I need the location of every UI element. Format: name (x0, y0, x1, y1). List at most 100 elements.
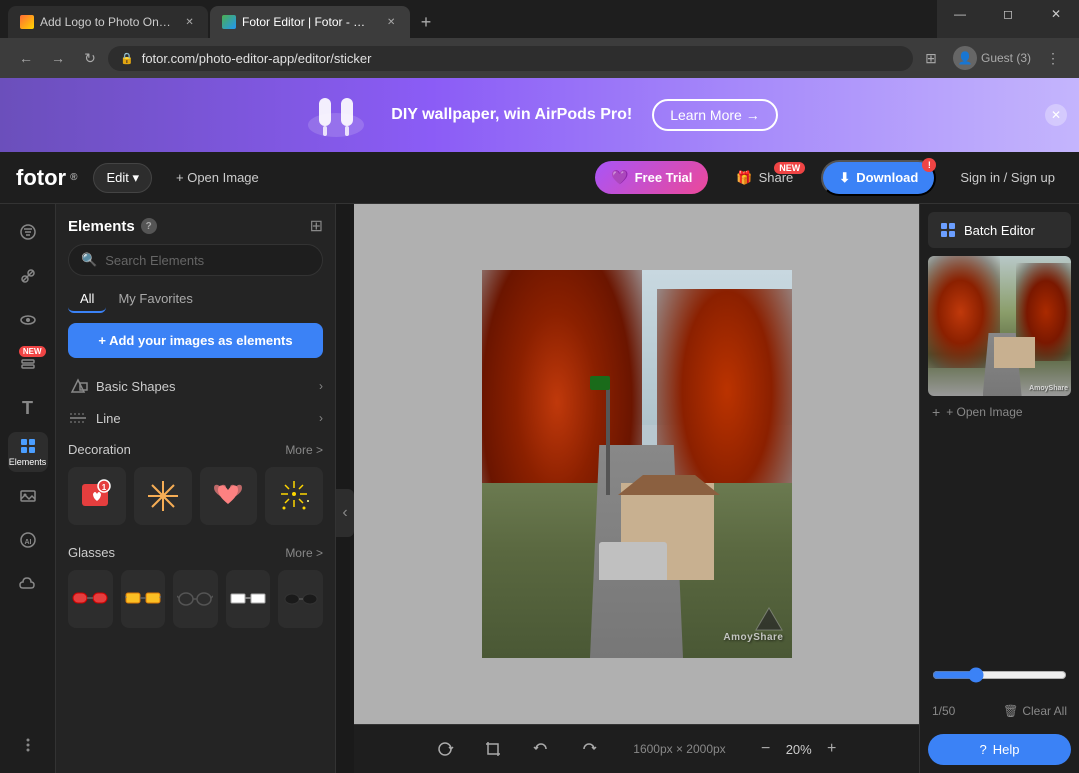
free-trial-button[interactable]: 💜 Free Trial (595, 161, 708, 194)
basic-shapes-section[interactable]: Basic Shapes › (56, 370, 335, 402)
open-image-button[interactable]: + Open Image (168, 164, 267, 191)
sign-pole (606, 379, 610, 495)
sidebar-item-retouch[interactable] (8, 256, 48, 296)
ai-icon: AI (19, 531, 37, 549)
deco-item-3[interactable] (200, 467, 258, 525)
fotor-logo: fotor® (16, 165, 77, 191)
basic-shapes-label: Basic Shapes (68, 378, 176, 394)
thumbnail-area[interactable]: AmoyShare (928, 256, 1071, 396)
grid-view-icon[interactable]: ⊞ (310, 216, 323, 236)
line-section[interactable]: Line › (56, 402, 335, 434)
tab-close-2[interactable]: ✕ (384, 14, 398, 30)
deco-item-1[interactable]: 1 (68, 467, 126, 525)
open-image-right-button[interactable]: + + Open Image (920, 396, 1079, 428)
zoom-control: − 20% + (754, 737, 844, 761)
sidebar-item-more[interactable] (8, 725, 48, 765)
glasses-item-2[interactable] (121, 570, 166, 628)
browser-tab-1[interactable]: Add Logo to Photo Online for... ✕ (8, 6, 208, 38)
sign-in-button[interactable]: Sign in / Sign up (952, 164, 1063, 191)
sidebar-item-cloud[interactable] (8, 564, 48, 604)
sidebar-item-ai[interactable]: AI (8, 520, 48, 560)
forward-button[interactable]: → (44, 44, 72, 72)
glasses-item-1[interactable] (68, 570, 113, 628)
zoom-slider-container (920, 659, 1079, 696)
sidebar-item-filters[interactable] (8, 212, 48, 252)
pickup-truck (599, 542, 667, 581)
profile-label: Guest (3) (981, 51, 1031, 65)
refresh-button[interactable]: ↻ (76, 44, 104, 72)
watermark-logo-triangle (754, 606, 784, 632)
sidebar-item-eye[interactable] (8, 300, 48, 340)
watermark: AmoyShare (723, 606, 783, 643)
glasses-item-5[interactable] (278, 570, 323, 628)
canvas-content[interactable]: AmoyShare (354, 204, 919, 724)
maximize-button[interactable]: ◻ (985, 0, 1031, 28)
sidebar-item-layers[interactable]: NEW (8, 344, 48, 384)
minimize-button[interactable]: — (937, 0, 983, 28)
address-bar[interactable]: 🔒 fotor.com/photo-editor-app/editor/stic… (108, 46, 913, 71)
glasses-item-3[interactable] (173, 570, 218, 628)
help-icon[interactable]: ? (141, 218, 157, 234)
glasses-item-4[interactable] (226, 570, 271, 628)
profile-avatar: 👤 (953, 46, 977, 70)
plus-icon: + (932, 404, 940, 420)
zoom-out-button[interactable]: − (754, 737, 778, 761)
elements-panel: Elements ? ⊞ 🔍 All My Favorites + Add yo… (56, 204, 336, 773)
crop-icon (484, 740, 502, 758)
zoom-in-button[interactable]: + (820, 737, 844, 761)
undo-icon (532, 740, 550, 758)
crop-button[interactable] (477, 733, 509, 765)
sidebar-item-elements[interactable]: Elements (8, 432, 48, 472)
watermark-text: AmoyShare (723, 632, 783, 643)
close-window-button[interactable]: ✕ (1033, 0, 1079, 28)
banner-close-button[interactable]: ✕ (1045, 104, 1067, 126)
rotate-icon (436, 740, 454, 758)
help-button[interactable]: ? Help (928, 734, 1071, 765)
download-button[interactable]: ⬇ Download ! (821, 160, 936, 196)
sidebar-item-photos[interactable] (8, 476, 48, 516)
house-roof (618, 475, 720, 495)
lock-icon: 🔒 (120, 52, 134, 65)
sidebar-item-text[interactable]: T (8, 388, 48, 428)
promo-banner: DIY wallpaper, win AirPods Pro! Learn Mo… (0, 78, 1079, 152)
canvas-dimensions: 1600px × 2000px (621, 742, 737, 756)
add-elements-button[interactable]: + Add your images as elements (68, 323, 323, 358)
browser-tab-2[interactable]: Fotor Editor | Fotor - Online... ✕ (210, 6, 410, 38)
share-new-badge: NEW (774, 162, 805, 174)
back-button[interactable]: ← (12, 44, 40, 72)
heart-icon: 💜 (611, 169, 628, 186)
extensions-button[interactable]: ⊞ (917, 44, 945, 72)
profile-button[interactable]: 👤 Guest (3) (953, 46, 1031, 70)
help-label: Help (993, 742, 1020, 757)
rotate-button[interactable] (429, 733, 461, 765)
settings-button[interactable]: ⋮ (1039, 44, 1067, 72)
clear-all-button[interactable]: 🗑 Clear All (1003, 704, 1067, 718)
redo-button[interactable] (573, 733, 605, 765)
undo-button[interactable] (525, 733, 557, 765)
deco-item-2[interactable] (134, 467, 192, 525)
new-tab-button[interactable]: + (412, 8, 440, 36)
tab-all[interactable]: All (68, 286, 106, 313)
glasses-icon-3 (177, 588, 213, 610)
elements-search-input[interactable] (105, 253, 310, 268)
trash-icon: 🗑 (1003, 704, 1018, 718)
tab-close-1[interactable]: ✕ (183, 14, 196, 30)
share-button[interactable]: 🎁 Share NEW (724, 164, 805, 192)
photos-icon (19, 487, 37, 505)
edit-button[interactable]: Edit ▾ (93, 163, 152, 193)
tab-favorites[interactable]: My Favorites (106, 286, 204, 313)
deco-item-4[interactable] (265, 467, 323, 525)
banner-text: DIY wallpaper, win AirPods Pro! (391, 106, 632, 124)
panel-collapse-button[interactable]: ‹ (336, 489, 354, 537)
glasses-more-link[interactable]: More > (285, 546, 323, 560)
sunglasses-icon-1 (72, 589, 108, 609)
decoration-more-link[interactable]: More > (285, 443, 323, 457)
batch-editor-button[interactable]: Batch Editor (928, 212, 1071, 248)
glasses-icon-2 (125, 588, 161, 610)
elements-search-bar: 🔍 (68, 244, 323, 276)
learn-more-button[interactable]: Learn More → (652, 99, 777, 131)
elements-label: Elements (9, 457, 47, 467)
redo-icon (580, 740, 598, 758)
glasses-title: Glasses (68, 545, 115, 560)
zoom-slider[interactable] (932, 667, 1067, 683)
